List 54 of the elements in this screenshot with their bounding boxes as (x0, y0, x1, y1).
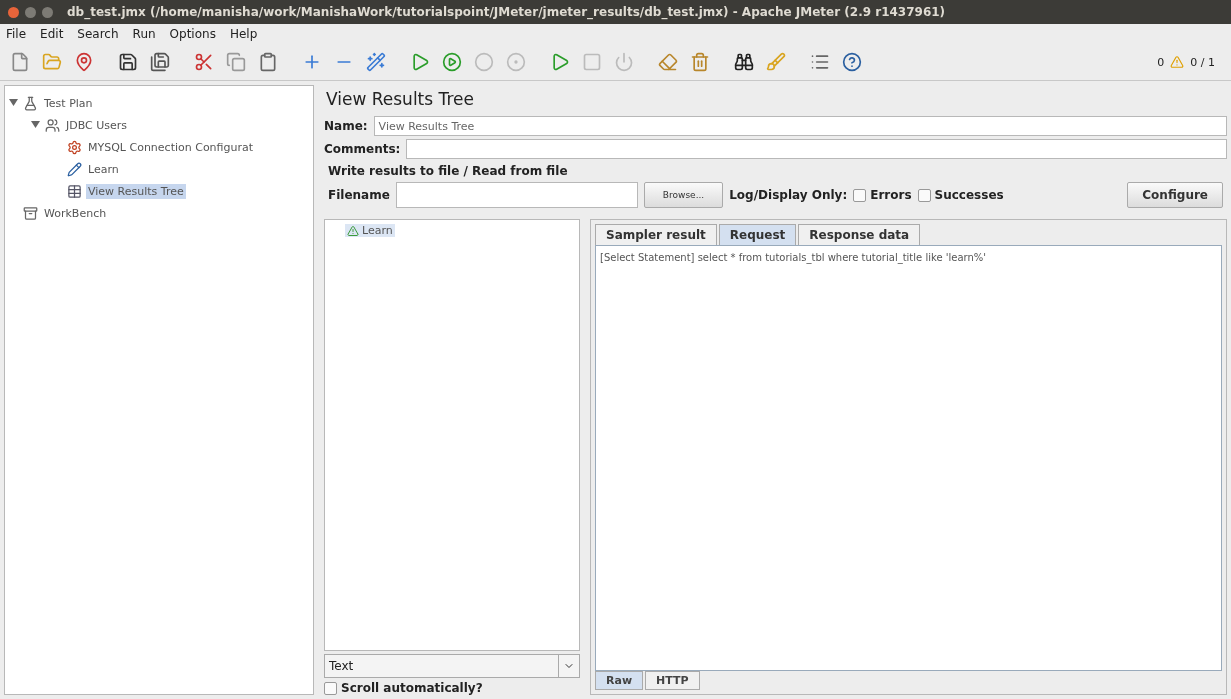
request-text: [Select Statement] select * from tutorials_tbl where tutorial_title like 'learn%' (600, 252, 987, 263)
browse-button[interactable]: Browse... (643, 182, 724, 208)
menu-item[interactable]: Options (169, 27, 216, 41)
tab[interactable]: HTTP (645, 671, 700, 690)
tab[interactable]: Request (718, 224, 797, 245)
menu-item[interactable]: Search (77, 27, 119, 41)
checkbox[interactable] (917, 188, 931, 202)
minimize-button[interactable] (25, 6, 36, 18)
name-field[interactable]: View Results Tree (373, 116, 1227, 136)
triangle-icon (347, 224, 359, 237)
expanded-triangle-icon[interactable] (31, 119, 40, 129)
checkbox[interactable] (324, 681, 337, 695)
error-count: 0 (1157, 55, 1165, 69)
window-title: db_test.jmx (/home/manisha/work/ManishaWork/tutorialspoint/JMeter/jmeter_results/db_test.jmx) - Apache JMeter (2.9 r1437961) (67, 5, 946, 19)
menu-item[interactable]: File (6, 27, 27, 41)
panel-title: View Results Tree (325, 88, 475, 111)
warning-icon[interactable] (1170, 55, 1185, 69)
configure-button[interactable]: Configure (1127, 182, 1223, 208)
tab[interactable]: Response data (798, 224, 921, 245)
log-display-label: Log/Display Only: (729, 188, 848, 202)
close-button[interactable] (8, 6, 19, 18)
group-title: Write results to file / Read from file (328, 164, 569, 178)
checkbox-label: Successes (934, 188, 1004, 202)
tree-item[interactable]: JDBC Users (64, 117, 130, 133)
tree-item[interactable]: MYSQL Connection Configurat (86, 139, 256, 155)
maximize-button[interactable] (42, 6, 53, 18)
pencil-icon (67, 161, 82, 177)
request-text-area[interactable]: [Select Statement] select * from tutorials_tbl where tutorial_title like 'learn%' (595, 245, 1222, 671)
renderer-dropdown[interactable]: Text (324, 654, 580, 678)
tree-item[interactable]: WorkBench (42, 205, 109, 221)
tree-item[interactable]: View Results Tree (86, 183, 186, 199)
tab[interactable]: Sampler result (595, 224, 717, 245)
checkbox-label: Errors (870, 188, 912, 202)
tree-item[interactable]: Learn (86, 161, 121, 177)
comments-field[interactable] (406, 139, 1227, 159)
comments-label: Comments: (324, 142, 401, 156)
tab[interactable]: Raw (595, 671, 644, 690)
expanded-triangle-icon[interactable] (9, 97, 18, 107)
tree-item[interactable]: Test Plan (42, 95, 95, 111)
filename-label: Filename (328, 188, 390, 202)
checkbox[interactable] (853, 188, 867, 202)
flask-icon (23, 95, 38, 111)
filename-field[interactable] (395, 182, 638, 208)
gear-icon (67, 139, 82, 155)
name-label: Name: (324, 119, 368, 133)
menu-item[interactable]: Edit (40, 27, 64, 41)
cabinet-icon (23, 205, 38, 221)
users-icon (45, 117, 60, 133)
checkbox-label: Scroll automatically? (341, 681, 483, 695)
table-icon (67, 183, 82, 199)
menu-item[interactable]: Help (229, 27, 258, 41)
result-item[interactable]: Learn (345, 224, 395, 237)
menu-item[interactable]: Run (132, 27, 156, 41)
thread-count: 0 / 1 (1190, 55, 1215, 69)
